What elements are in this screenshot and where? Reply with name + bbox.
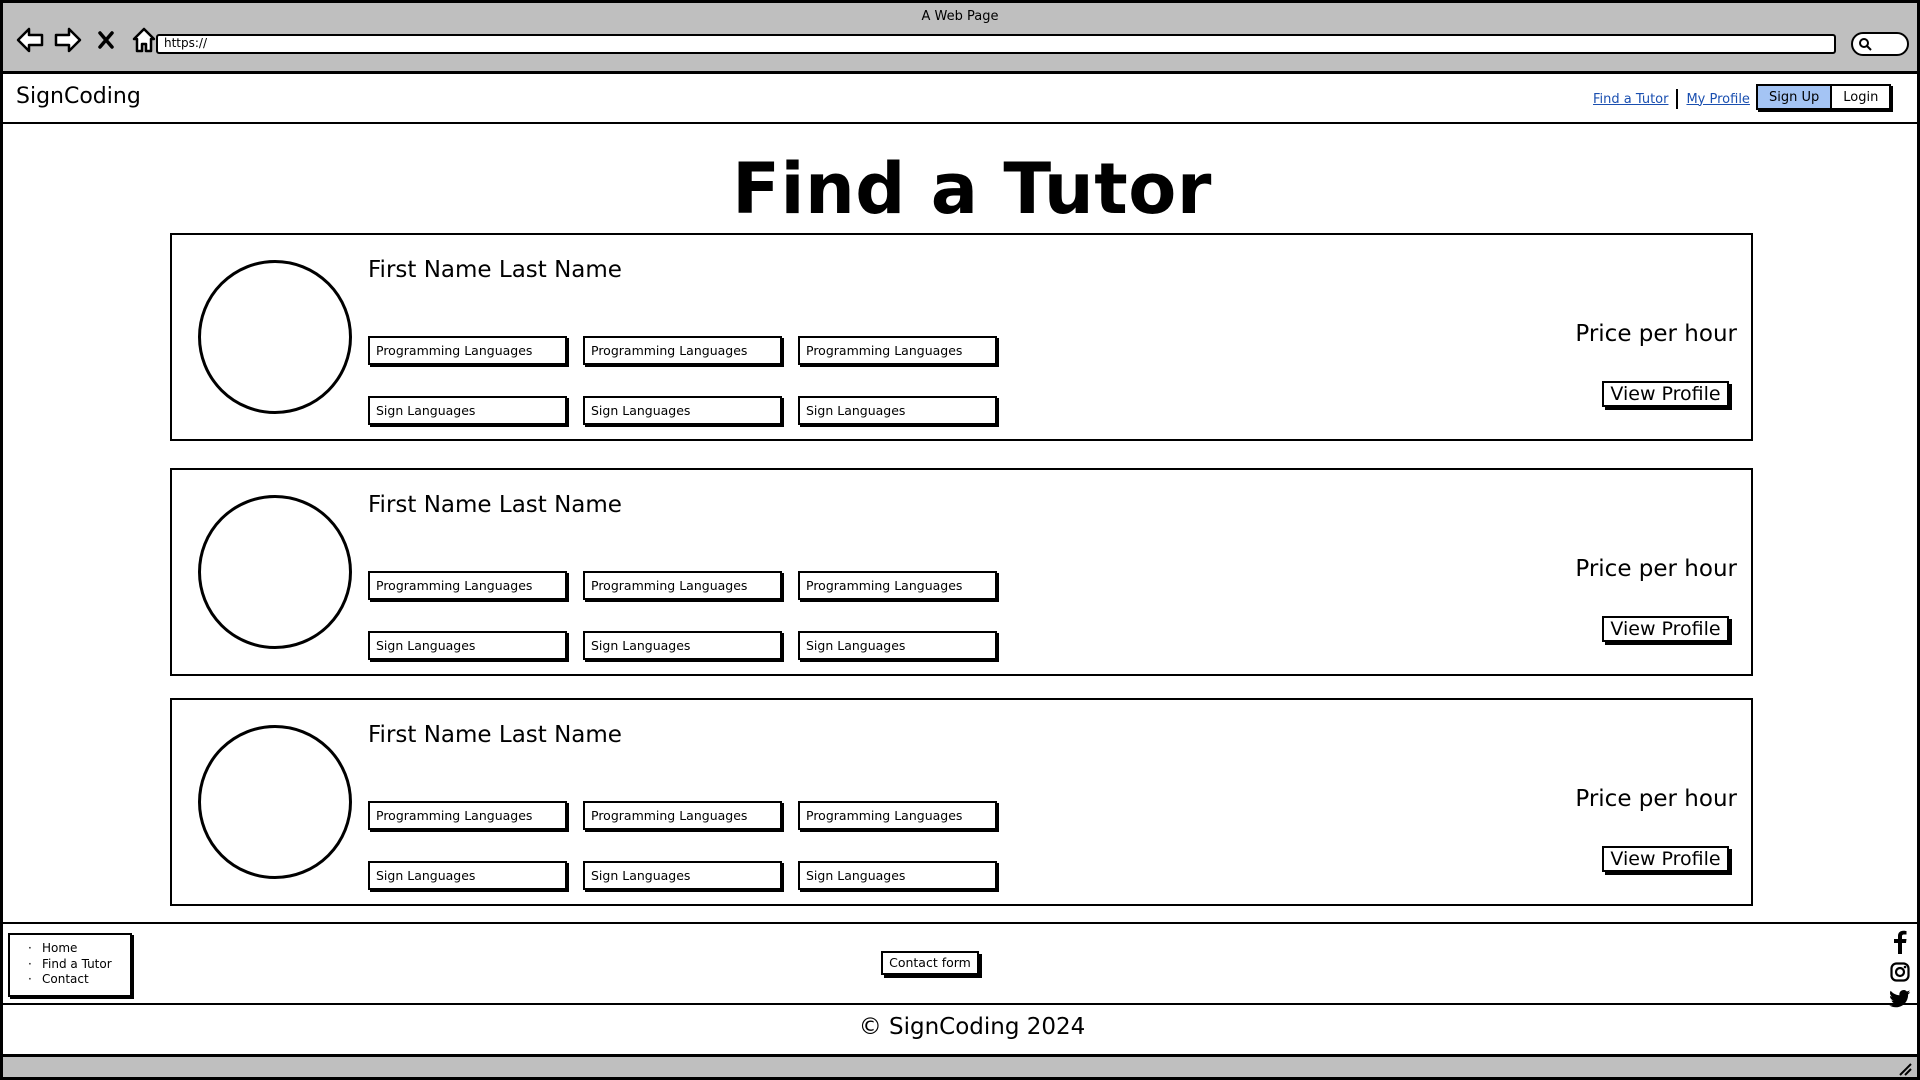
programming-language-tag: Programming Languages <box>368 801 567 830</box>
browser-nav <box>15 25 159 55</box>
view-profile-button[interactable]: View Profile <box>1602 381 1729 407</box>
url-input[interactable]: https:// <box>156 34 1836 54</box>
twitter-icon[interactable] <box>1889 990 1911 1012</box>
forward-icon[interactable] <box>53 25 83 55</box>
tutor-name: First Name Last Name <box>368 257 622 283</box>
nav-link-find-tutor[interactable]: Find a Tutor <box>1593 92 1668 107</box>
price-per-hour: Price per hour <box>1575 556 1737 582</box>
programming-language-tag: Programming Languages <box>368 571 567 600</box>
programming-tags: Programming Languages Programming Langua… <box>368 801 997 830</box>
footer-nav: Home Find a Tutor Contact <box>8 933 132 997</box>
contact-form-button[interactable]: Contact form <box>881 951 979 975</box>
avatar <box>198 495 352 649</box>
signup-button[interactable]: Sign Up <box>1758 86 1833 108</box>
sign-language-tag: Sign Languages <box>583 396 782 425</box>
tutor-name: First Name Last Name <box>368 722 622 748</box>
programming-language-tag: Programming Languages <box>583 801 782 830</box>
header-nav: Find a Tutor My Profile <box>1593 89 1750 109</box>
price-per-hour: Price per hour <box>1575 321 1737 347</box>
sign-language-tag: Sign Languages <box>368 396 567 425</box>
copyright-text: © SignCoding 2024 <box>858 1014 1086 1040</box>
sign-tags: Sign Languages Sign Languages Sign Langu… <box>368 861 997 890</box>
browser-status-bar <box>0 1054 1920 1080</box>
programming-language-tag: Programming Languages <box>798 571 997 600</box>
programming-tags: Programming Languages Programming Langua… <box>368 571 997 600</box>
site-header: SignCoding Find a Tutor My Profile Sign … <box>3 74 1917 124</box>
tutor-name: First Name Last Name <box>368 492 622 518</box>
instagram-icon[interactable] <box>1890 962 1910 986</box>
tutor-card: First Name Last Name Programming Languag… <box>170 468 1753 676</box>
avatar <box>198 725 352 879</box>
nav-link-my-profile[interactable]: My Profile <box>1686 92 1749 107</box>
site-footer: Home Find a Tutor Contact Contact form <box>3 922 1917 1008</box>
back-icon[interactable] <box>15 25 45 55</box>
sign-language-tag: Sign Languages <box>368 861 567 890</box>
sign-language-tag: Sign Languages <box>798 396 997 425</box>
programming-language-tag: Programming Languages <box>368 336 567 365</box>
price-per-hour: Price per hour <box>1575 786 1737 812</box>
browser-chrome: A Web Page https:// <box>0 0 1920 74</box>
sign-language-tag: Sign Languages <box>583 861 782 890</box>
footer-link-contact[interactable]: Contact <box>28 972 130 988</box>
sign-tags: Sign Languages Sign Languages Sign Langu… <box>368 631 997 660</box>
nav-divider <box>1676 89 1679 109</box>
brand-logo[interactable]: SignCoding <box>16 84 141 109</box>
sign-language-tag: Sign Languages <box>583 631 782 660</box>
programming-language-tag: Programming Languages <box>583 336 782 365</box>
social-links <box>1889 930 1911 1012</box>
tutor-card: First Name Last Name Programming Languag… <box>170 233 1753 441</box>
programming-language-tag: Programming Languages <box>798 801 997 830</box>
facebook-icon[interactable] <box>1893 930 1907 958</box>
avatar <box>198 260 352 414</box>
sign-tags: Sign Languages Sign Languages Sign Langu… <box>368 396 997 425</box>
programming-tags: Programming Languages Programming Langua… <box>368 336 997 365</box>
browser-search-button[interactable] <box>1851 32 1909 56</box>
browser-title: A Web Page <box>921 9 999 24</box>
sign-language-tag: Sign Languages <box>798 861 997 890</box>
tutor-card: First Name Last Name Programming Languag… <box>170 698 1753 906</box>
sign-language-tag: Sign Languages <box>368 631 567 660</box>
page-title: Find a Tutor <box>732 148 1212 230</box>
auth-buttons: Sign Up Login <box>1756 84 1892 110</box>
footer-link-find-tutor[interactable]: Find a Tutor <box>28 957 130 973</box>
programming-language-tag: Programming Languages <box>583 571 782 600</box>
stop-icon[interactable] <box>91 25 121 55</box>
footer-link-home[interactable]: Home <box>28 941 130 957</box>
resize-handle-icon[interactable] <box>1897 1061 1913 1080</box>
sign-language-tag: Sign Languages <box>798 631 997 660</box>
home-icon[interactable] <box>129 25 159 55</box>
view-profile-button[interactable]: View Profile <box>1602 846 1729 872</box>
login-button[interactable]: Login <box>1832 86 1890 108</box>
programming-language-tag: Programming Languages <box>798 336 997 365</box>
view-profile-button[interactable]: View Profile <box>1602 616 1729 642</box>
